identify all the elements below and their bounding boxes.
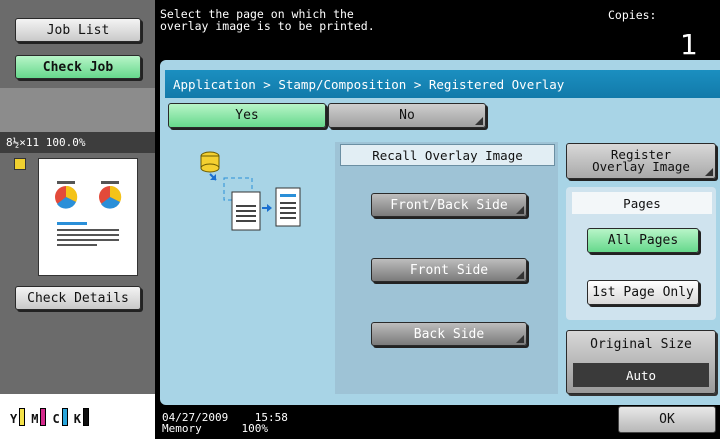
date-time: 04/27/2009 15:58 Memory 100% bbox=[162, 412, 288, 434]
toner-y-bar bbox=[19, 407, 26, 426]
original-size-button[interactable]: Original Size Auto bbox=[566, 330, 716, 394]
page-number-icon bbox=[14, 158, 26, 170]
copies-value: 1 bbox=[680, 28, 698, 61]
front-side-button[interactable]: Front Side bbox=[371, 258, 527, 282]
original-size-value: Auto bbox=[573, 363, 709, 387]
front-back-side-button[interactable]: Front/Back Side bbox=[371, 193, 527, 217]
ok-button[interactable]: OK bbox=[618, 406, 716, 433]
preview-info: 8½×11 100.0% bbox=[6, 136, 86, 149]
breadcrumb-text: Application > Stamp/Composition > Regist… bbox=[173, 76, 565, 92]
check-details-button[interactable]: Check Details bbox=[15, 286, 141, 310]
memory-label: Memory bbox=[162, 422, 202, 435]
toner-k: K bbox=[74, 407, 89, 426]
breadcrumb: Application > Stamp/Composition > Regist… bbox=[165, 70, 720, 98]
toner-m-bar bbox=[40, 407, 47, 426]
sidebar-band bbox=[0, 88, 155, 132]
toner-y: Y bbox=[10, 407, 26, 426]
preview-info-bar: 8½×11 100.0% bbox=[0, 132, 155, 153]
back-side-button[interactable]: Back Side bbox=[371, 322, 527, 346]
yes-button[interactable]: Yes bbox=[168, 103, 326, 128]
job-list-button[interactable]: Job List bbox=[15, 18, 141, 42]
instruction-message: Select the page on which the overlay ima… bbox=[160, 7, 375, 33]
memory-value: 100% bbox=[241, 422, 269, 435]
document-preview-icon bbox=[55, 181, 122, 246]
original-size-label: Original Size bbox=[590, 337, 692, 352]
overlay-illustration-icon bbox=[200, 151, 301, 231]
toner-m: M bbox=[31, 407, 47, 426]
no-button[interactable]: No bbox=[328, 103, 486, 128]
preview-thumbnail[interactable] bbox=[38, 158, 138, 276]
check-job-button[interactable]: Check Job bbox=[15, 55, 141, 79]
register-overlay-image-button[interactable]: Register Overlay Image bbox=[566, 143, 716, 179]
copies-label: Copies: bbox=[608, 8, 657, 22]
toner-c-bar bbox=[61, 407, 68, 426]
recall-title: Recall Overlay Image bbox=[340, 144, 555, 166]
all-pages-button[interactable]: All Pages bbox=[587, 228, 699, 253]
toner-k-bar bbox=[82, 407, 89, 426]
pages-label: Pages bbox=[572, 192, 712, 214]
toner-c: C bbox=[52, 407, 68, 426]
toner-levels: Y M C K bbox=[0, 394, 155, 439]
first-page-only-button[interactable]: 1st Page Only bbox=[587, 280, 699, 305]
